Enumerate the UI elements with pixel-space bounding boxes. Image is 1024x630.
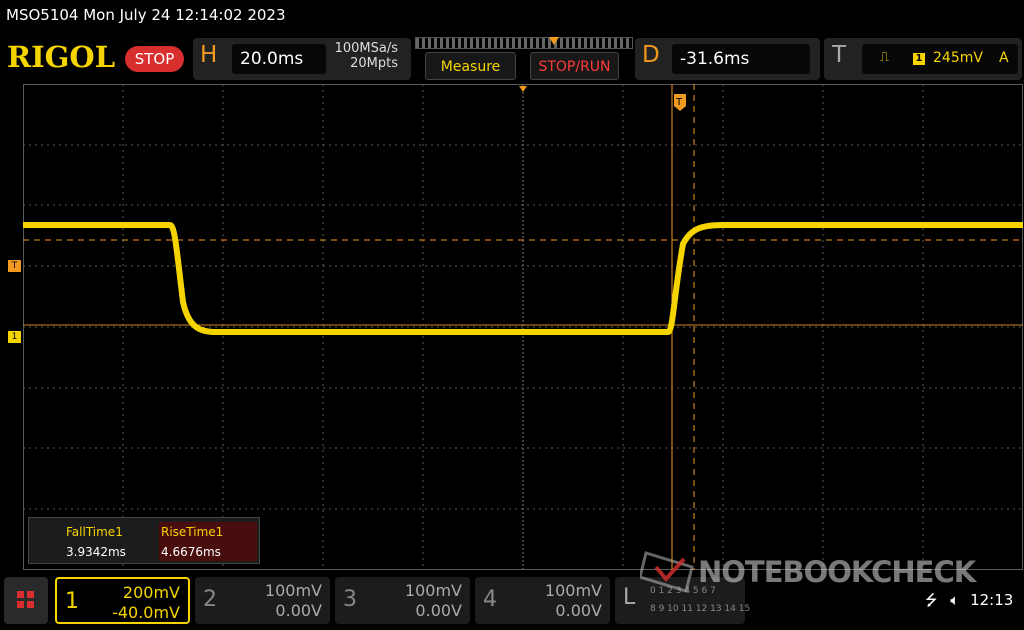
trigger-label: T bbox=[832, 42, 847, 68]
measurement-panel[interactable]: FallTime1 3.9342ms RiseTime1 4.6676ms bbox=[28, 517, 260, 564]
channel-offset: -40.0mV bbox=[112, 603, 180, 622]
waveform-display[interactable]: T bbox=[23, 84, 1023, 570]
timebase-value[interactable]: 20.0ms bbox=[232, 44, 326, 74]
delay-value[interactable]: -31.6ms bbox=[672, 44, 810, 74]
usb-icon: ⭍ bbox=[925, 591, 938, 609]
menu-button[interactable] bbox=[4, 577, 48, 624]
channel-offset: 0.00V bbox=[555, 601, 602, 620]
channel-offset: 0.00V bbox=[275, 601, 322, 620]
rigol-logo: RIGOL bbox=[7, 40, 116, 74]
speaker-muted-icon[interactable]: 🔈︎ bbox=[950, 591, 959, 609]
measurement-value: 3.9342ms bbox=[66, 545, 126, 559]
stop-run-button[interactable]: STOP/RUN bbox=[530, 52, 619, 80]
channel-number: 1 bbox=[65, 589, 79, 614]
device-title: MSO5104 Mon July 24 12:14:02 2023 bbox=[6, 6, 286, 24]
channel-number: 4 bbox=[483, 587, 497, 612]
channel-1-panel[interactable]: 1 200mV -40.0mV bbox=[55, 577, 190, 624]
channel-number: 2 bbox=[203, 587, 217, 612]
sample-info: 100MSa/s 20Mpts bbox=[318, 41, 398, 71]
trigger-source-badge: 1 bbox=[913, 53, 925, 65]
title-bar: MSO5104 Mon July 24 12:14:02 2023 bbox=[0, 0, 1024, 34]
channel-3-panel[interactable]: 3 100mV 0.00V bbox=[335, 577, 470, 624]
run-state-badge[interactable]: STOP bbox=[125, 46, 184, 72]
trigger-time-marker-label: T bbox=[675, 97, 683, 108]
measure-button[interactable]: Measure bbox=[425, 52, 516, 80]
measurement-name: RiseTime1 bbox=[161, 525, 224, 539]
channel-4-panel[interactable]: 4 100mV 0.00V bbox=[475, 577, 610, 624]
ch1-offset-marker[interactable]: 1 bbox=[8, 331, 21, 343]
watermark-text: NOTEBOOKCHECK bbox=[698, 555, 976, 589]
rising-edge-icon: ⎍ bbox=[880, 50, 890, 65]
measurement-name: FallTime1 bbox=[66, 525, 123, 539]
trigger-level-marker[interactable]: T bbox=[8, 260, 21, 272]
channel-scale: 100mV bbox=[264, 581, 322, 600]
logic-channels-high: 8 9 10 11 12 13 14 15 bbox=[650, 604, 751, 614]
clock: 12:13 bbox=[970, 591, 1014, 609]
grid-menu-icon bbox=[17, 591, 34, 608]
channel-scale: 100mV bbox=[404, 581, 462, 600]
delay-label: D bbox=[642, 42, 660, 68]
channel-2-panel[interactable]: 2 100mV 0.00V bbox=[195, 577, 330, 624]
measurement-value: 4.6676ms bbox=[161, 545, 221, 559]
memory-depth: 20Mpts bbox=[350, 56, 398, 71]
trigger-level: 245mV bbox=[933, 50, 983, 66]
trigger-position-marker bbox=[549, 37, 559, 45]
channel-offset: 0.00V bbox=[415, 601, 462, 620]
logic-label: L bbox=[623, 585, 636, 610]
notebookcheck-watermark: NOTEBOOKCHECK bbox=[640, 545, 1020, 595]
center-marker bbox=[519, 86, 527, 92]
channel-scale: 100mV bbox=[544, 581, 602, 600]
sample-rate: 100MSa/s bbox=[334, 41, 398, 56]
memory-overview-strip bbox=[415, 37, 633, 49]
horizontal-label: H bbox=[200, 42, 218, 68]
channel-number: 3 bbox=[343, 587, 357, 612]
trigger-mode: A bbox=[999, 50, 1009, 66]
system-tray: ⭍ 🔈︎ 12:13 bbox=[925, 590, 1013, 615]
channel-scale: 200mV bbox=[122, 583, 180, 602]
